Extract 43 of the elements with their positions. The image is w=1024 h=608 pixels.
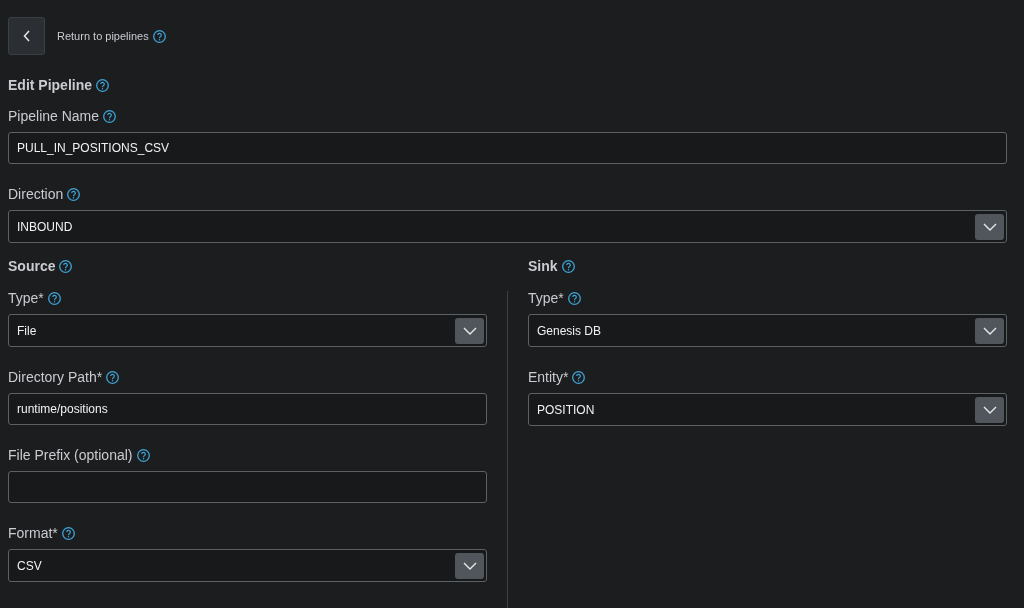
return-link[interactable]: Return to pipelines	[57, 27, 149, 45]
dropdown-button[interactable]	[975, 317, 1004, 344]
select-field[interactable]: Genesis DB	[528, 314, 1007, 347]
input-field[interactable]: runtime/positions	[8, 393, 487, 425]
chevron-down-icon	[982, 222, 997, 231]
field-label: Directory Path*	[8, 368, 103, 387]
chevron-down-icon	[462, 326, 477, 335]
help-icon[interactable]	[561, 259, 575, 273]
field-label: File Prefix (optional)	[8, 446, 133, 465]
chevron-down-icon	[462, 561, 477, 570]
chevron-down-icon	[982, 326, 997, 335]
field-label: Type*	[8, 289, 44, 308]
dropdown-button[interactable]	[975, 396, 1004, 423]
help-icon[interactable]	[67, 187, 81, 201]
input-field[interactable]: PULL_IN_POSITIONS_CSV	[8, 132, 1007, 164]
section-heading: Source	[8, 257, 56, 276]
help-icon[interactable]	[59, 259, 73, 273]
section-heading: Sink	[528, 257, 558, 276]
field-label: Direction	[8, 185, 64, 204]
help-icon[interactable]	[572, 370, 586, 384]
dropdown-button[interactable]	[455, 317, 484, 344]
field-label: Entity*	[528, 368, 569, 387]
chevron-left-icon	[22, 30, 31, 42]
help-icon[interactable]	[152, 29, 166, 43]
dropdown-button[interactable]	[975, 213, 1004, 240]
select-field[interactable]: INBOUND	[8, 210, 1007, 243]
help-icon[interactable]	[103, 109, 117, 123]
help-icon[interactable]	[567, 291, 581, 305]
input-field[interactable]	[8, 471, 487, 503]
help-icon[interactable]	[136, 448, 150, 462]
help-icon[interactable]	[47, 291, 61, 305]
page-title: Edit Pipeline	[8, 76, 92, 95]
field-label: Pipeline Name	[8, 107, 100, 126]
field-label: Format*	[8, 524, 58, 543]
field-label: Type*	[528, 289, 564, 308]
select-field[interactable]: POSITION	[528, 393, 1007, 426]
chevron-down-icon	[982, 405, 997, 414]
help-icon[interactable]	[96, 78, 109, 92]
select-field[interactable]: CSV	[8, 549, 487, 582]
help-icon[interactable]	[61, 526, 75, 540]
dropdown-button[interactable]	[455, 552, 484, 579]
help-icon[interactable]	[106, 370, 120, 384]
select-field[interactable]: File	[8, 314, 487, 347]
